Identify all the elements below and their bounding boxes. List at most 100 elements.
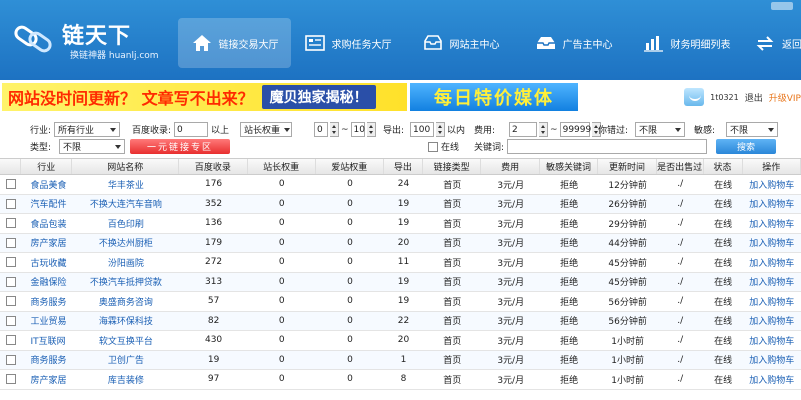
upgrade-vip-link[interactable]: 升级VIP [769, 91, 801, 104]
price-from-input[interactable]: 2 [509, 122, 538, 137]
add-to-cart-link[interactable]: 加入购物车 [743, 273, 801, 292]
industry-select[interactable]: 所有行业 [54, 122, 121, 137]
outbound-stepper[interactable] [436, 122, 446, 137]
logout-link[interactable]: 退出 [745, 91, 763, 104]
site-name-link[interactable]: 库吉装修 [72, 370, 179, 389]
price-from-stepper[interactable] [539, 122, 549, 137]
outbound-cell: 19 [397, 218, 410, 229]
nav-finance-details[interactable]: 财务明细列表 [630, 18, 743, 68]
row-checkbox[interactable] [5, 374, 16, 385]
add-to-cart-link[interactable]: 加入购物车 [743, 312, 801, 331]
nav-webmaster-center[interactable]: 网站主中心 [404, 18, 517, 68]
site-name-link[interactable]: 汾阳画院 [72, 253, 179, 272]
window-control[interactable] [771, 2, 793, 10]
row-checkbox[interactable] [5, 354, 16, 365]
row-select-cell [0, 175, 21, 194]
site-name-link[interactable]: 华丰茶业 [72, 175, 179, 194]
add-to-cart-link[interactable]: 加入购物车 [743, 292, 801, 311]
site-name-link[interactable]: 不换大连汽车音响 [72, 195, 179, 214]
add-to-cart-link[interactable]: 加入购物车 [743, 195, 801, 214]
aizhan-weight-cell: 0 [347, 237, 353, 248]
logo[interactable]: 链天下 换链神器 huanlj.com [12, 14, 172, 64]
webmaster-weight-cell: 0 [278, 237, 285, 248]
column-header[interactable]: 敏感关键词 [540, 159, 599, 174]
type-label: 类型: [30, 143, 52, 153]
one-yuan-zone-button[interactable]: 一元链接专区 [130, 139, 230, 154]
weight-from-stepper[interactable] [330, 122, 339, 137]
column-header[interactable]: 百度收录 [179, 159, 248, 174]
keyword-input[interactable] [507, 139, 708, 154]
weight-type-select[interactable]: 站长权重 [240, 122, 292, 137]
weight-from-input[interactable]: 0 [314, 122, 328, 137]
ad-badge: 魔贝独家揭秘！ [261, 85, 376, 109]
nav-link-trading-hall[interactable]: 链接交易大厅 [178, 18, 291, 68]
nav-return[interactable]: 返回 [743, 18, 801, 68]
column-header[interactable]: 费用 [481, 159, 540, 174]
select-column-header [0, 159, 22, 174]
aizhan-weight-cell: 0 [347, 296, 353, 307]
add-to-cart-link[interactable]: 加入购物车 [743, 331, 801, 350]
column-header[interactable]: 导出 [384, 159, 423, 174]
column-header[interactable]: 链接类型 [423, 159, 482, 174]
ad-daily-deals[interactable]: 每日特价媒体 [410, 83, 578, 111]
add-to-cart-link[interactable]: 加入购物车 [743, 214, 801, 233]
industry-cell: 房产家居 [30, 239, 67, 250]
row-checkbox[interactable] [5, 276, 16, 287]
search-button[interactable]: 搜索 [716, 139, 776, 154]
table-body: 食品美食 华丰茶业 176 0 0 24 首页 3元/月 拒绝 12分钟前 ./在线 加入购物车 汽车配… [0, 175, 801, 390]
site-name-link[interactable]: 卫创广告 [72, 351, 179, 370]
app-header: 链天下 换链神器 huanlj.com 链接交易大厅 求购任务大厅 网站主中心 … [0, 0, 801, 80]
row-checkbox[interactable] [5, 179, 16, 190]
column-header[interactable]: 站长权重 [248, 159, 316, 174]
sold-before-cell: ./ [677, 237, 684, 248]
logo-title: 链天下 [62, 24, 132, 49]
industry-cell: 食品美食 [30, 180, 67, 191]
type-select[interactable]: 不限 [59, 139, 126, 154]
row-checkbox[interactable] [5, 218, 16, 229]
bar-chart-icon [643, 36, 663, 52]
site-name-link[interactable]: 不换达州厨柜 [72, 234, 179, 253]
add-to-cart-link[interactable]: 加入购物车 [743, 370, 801, 389]
row-checkbox[interactable] [5, 335, 16, 346]
baidu-index-cell: 313 [204, 276, 223, 287]
column-header[interactable]: 状态 [704, 159, 743, 174]
row-checkbox[interactable] [5, 296, 16, 307]
aizhan-weight-cell: 0 [347, 315, 353, 326]
column-header[interactable]: 行业 [21, 159, 73, 174]
column-header[interactable]: 是否出售过 [657, 159, 704, 174]
add-to-cart-link[interactable]: 加入购物车 [743, 351, 801, 370]
nav-buy-task-hall[interactable]: 求购任务大厅 [291, 18, 404, 68]
weight-to-stepper[interactable] [366, 122, 376, 137]
outbound-cell: 19 [397, 296, 410, 307]
logo-subtitle: 换链神器 huanlj.com [70, 51, 159, 61]
expired-select[interactable]: 不限 [635, 122, 686, 137]
row-checkbox[interactable] [5, 237, 16, 248]
add-to-cart-link[interactable]: 加入购物车 [743, 253, 801, 272]
site-name-link[interactable]: 海霖环保科技 [72, 312, 179, 331]
row-checkbox[interactable] [5, 315, 16, 326]
industry-cell: 商务服务 [30, 356, 67, 367]
ad-article-writing[interactable]: 网站没时间更新？ 文章写不出来？ 魔贝独家揭秘！ [2, 83, 407, 111]
row-checkbox[interactable] [5, 198, 16, 209]
online-checkbox[interactable] [428, 141, 438, 152]
row-checkbox[interactable] [5, 257, 16, 268]
baidu-index-cell: 82 [207, 315, 220, 326]
site-name-link[interactable]: 奥盛商务咨询 [72, 292, 179, 311]
weight-to-input[interactable]: 10 [350, 122, 365, 137]
column-header[interactable]: 操作 [743, 159, 801, 174]
column-header[interactable]: 爱站权重 [316, 159, 384, 174]
baidu-index-input[interactable]: 0 [174, 122, 209, 137]
site-name-link[interactable]: 软文互换平台 [72, 331, 179, 350]
site-name-link[interactable]: 百色印刷 [72, 214, 179, 233]
add-to-cart-link[interactable]: 加入购物车 [743, 175, 801, 194]
column-header[interactable]: 网站名称 [72, 159, 180, 174]
add-to-cart-link[interactable]: 加入购物车 [743, 234, 801, 253]
price-cell: 3元/月 [497, 278, 525, 289]
site-name-link[interactable]: 不换汽车抵押贷款 [72, 273, 179, 292]
sensitive-select[interactable]: 不限 [726, 122, 779, 137]
nav-advertiser-center[interactable]: 广告主中心 [517, 18, 630, 68]
aizhan-weight-cell: 0 [347, 179, 353, 190]
price-to-input[interactable]: 99999 [559, 122, 591, 137]
column-header[interactable]: 更新时间 [598, 159, 657, 174]
outbound-input[interactable]: 100 [410, 122, 435, 137]
